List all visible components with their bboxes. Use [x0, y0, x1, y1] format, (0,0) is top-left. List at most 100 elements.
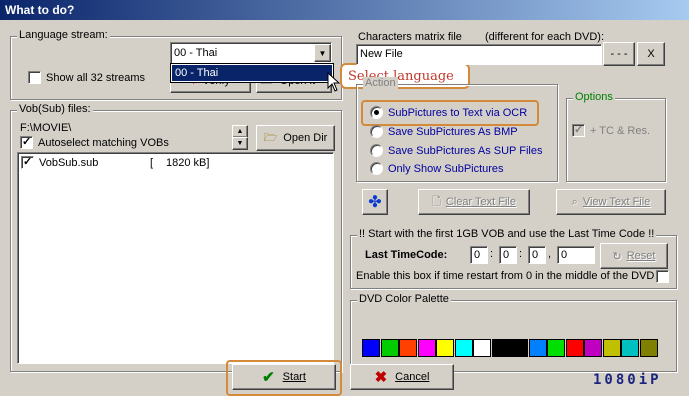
palette-swatch[interactable]	[621, 339, 639, 357]
palette-swatch[interactable]	[399, 339, 417, 357]
options-group-label: Options	[573, 91, 615, 103]
show-all-streams-box[interactable]	[28, 71, 41, 84]
timecode-group-label: !! Start with the first 1GB VOB and use …	[357, 228, 657, 240]
language-dropdown-item-label: 00 - Thai	[175, 67, 219, 79]
mouse-cursor-icon	[327, 72, 341, 92]
action-group-label: Action	[363, 77, 398, 89]
palette-swatch[interactable]	[602, 339, 621, 357]
timecode-minutes[interactable]: 0	[499, 246, 517, 264]
magnifier-icon: ⌕	[571, 195, 578, 208]
autoselect-box[interactable]	[20, 135, 33, 149]
view-text-file-button[interactable]: ⌕ View Text File	[556, 189, 666, 215]
last-timecode-label: Last TimeCode:	[365, 249, 448, 261]
action-option-label: Save SubPictures As BMP	[388, 125, 518, 138]
open-dir-button[interactable]: 🗁 Open Dir	[256, 125, 335, 151]
clear-text-file-button[interactable]: 🗋 Clear Text File	[418, 189, 530, 215]
clear-icon: 🗋	[432, 195, 441, 208]
chevron-down-icon[interactable]: ▼	[314, 44, 331, 62]
timecode-seconds-value: 0	[532, 249, 539, 261]
palette-swatch[interactable]	[454, 339, 473, 357]
timecode-frames-value: 0	[561, 249, 568, 261]
autoselect-checkbox[interactable]: Autoselect matching VOBs	[20, 135, 169, 149]
open-dir-label: Open Dir	[283, 132, 328, 144]
browse-matrix-button[interactable]: - - -	[603, 42, 635, 66]
radio-button[interactable]	[370, 106, 383, 119]
palette-swatch[interactable]	[473, 339, 491, 357]
palette-swatch[interactable]	[528, 339, 547, 357]
vob-path: F:\MOVIE\	[20, 122, 72, 134]
show-all-streams-label: Show all 32 streams	[46, 71, 146, 84]
file-checkbox[interactable]	[21, 155, 34, 169]
start-button[interactable]: ✔ Start	[232, 364, 336, 390]
clear-matrix-button[interactable]: X	[637, 42, 665, 66]
window-title: What to do?	[5, 3, 75, 17]
watermark: 1080iP	[593, 372, 662, 388]
action-option-label: Only Show SubPictures	[388, 162, 504, 175]
list-item[interactable]: VobSub.sub	[21, 155, 99, 169]
browse-matrix-label: - - -	[610, 48, 628, 60]
dialog-body: Language stream: 00 - Thai ▼ Show all 32…	[0, 20, 689, 396]
action-option-label: Save SubPictures As SUP Files	[388, 144, 543, 157]
palette-group-label: DVD Color Palette	[357, 293, 451, 305]
options-group: Options	[566, 91, 666, 182]
restart-label: Enable this box if time restart from 0 i…	[356, 270, 655, 282]
palette-group: DVD Color Palette	[350, 293, 677, 372]
palette-swatch[interactable]	[380, 339, 399, 357]
cancel-icon: ✖	[374, 369, 388, 386]
palette-swatch[interactable]	[584, 339, 602, 357]
radio-button[interactable]	[370, 162, 383, 175]
vob-files-label: Vob(Sub) files:	[17, 103, 93, 115]
vob-file-list[interactable]: VobSub.sub [ 1820 kB]	[17, 152, 334, 364]
timecode-hours-value: 0	[474, 249, 481, 261]
language-select[interactable]: 00 - Thai ▼	[170, 42, 332, 64]
radio-button[interactable]	[370, 125, 383, 138]
palette-swatch[interactable]	[362, 339, 380, 357]
folder-icon: 🗁	[263, 131, 278, 144]
clear-matrix-label: X	[647, 48, 655, 60]
reset-button[interactable]: ↻ Reset	[600, 243, 668, 269]
restart-checkbox[interactable]	[656, 270, 669, 283]
action-option[interactable]: Only Show SubPictures	[370, 162, 504, 175]
matrix-file-note: (different for each DVD):	[485, 31, 605, 43]
file-name: VobSub.sub	[39, 156, 99, 169]
palette-swatch[interactable]	[417, 339, 436, 357]
timecode-separator: :	[490, 248, 494, 260]
matrix-file-input[interactable]: New File	[356, 44, 602, 65]
autoselect-label: Autoselect matching VOBs	[38, 136, 169, 149]
reset-label: Reset	[626, 250, 656, 262]
palette-swatch[interactable]	[436, 339, 454, 357]
cancel-button[interactable]: ✖ Cancel	[350, 364, 454, 390]
show-all-streams-checkbox[interactable]: Show all 32 streams	[28, 71, 145, 84]
palette-swatch[interactable]	[491, 339, 510, 357]
tc-res-checkbox[interactable]: + TC & Res.	[572, 123, 650, 137]
action-option[interactable]: Save SubPictures As SUP Files	[370, 144, 542, 157]
puzzle-button[interactable]: ✤	[362, 189, 388, 215]
timecode-separator: :	[519, 248, 523, 260]
radio-button[interactable]	[370, 144, 383, 157]
file-size-bracket: [	[150, 157, 154, 169]
view-text-file-label: View Text File	[582, 196, 651, 208]
action-option[interactable]: Save SubPictures As BMP	[370, 125, 518, 138]
check-icon: ✔	[262, 369, 275, 386]
cancel-label: Cancel	[395, 371, 430, 383]
file-size: 1820 kB]	[166, 157, 210, 169]
palette-swatch[interactable]	[565, 339, 584, 357]
palette-swatch[interactable]	[547, 339, 565, 357]
palette-swatch[interactable]	[639, 339, 658, 357]
language-stream-label: Language stream:	[17, 29, 110, 41]
language-dropdown-list[interactable]: 00 - Thai	[170, 63, 334, 83]
title-bar: What to do?	[0, 0, 689, 20]
timecode-separator: ,	[548, 248, 552, 260]
timecode-hours[interactable]: 0	[470, 246, 488, 264]
start-label: Start	[282, 371, 306, 383]
palette-swatch[interactable]	[510, 339, 528, 357]
action-option-label: SubPictures to Text via OCR	[388, 106, 528, 119]
tc-res-box[interactable]	[572, 123, 585, 137]
language-dropdown-item[interactable]: 00 - Thai	[172, 65, 332, 81]
reset-icon: ↻	[612, 250, 622, 263]
timecode-frames[interactable]: 0	[557, 246, 595, 264]
action-option[interactable]: SubPictures to Text via OCR	[370, 106, 527, 119]
timecode-minutes-value: 0	[503, 249, 510, 261]
timecode-seconds[interactable]: 0	[528, 246, 546, 264]
move-down-button[interactable]: ▼	[232, 137, 248, 150]
